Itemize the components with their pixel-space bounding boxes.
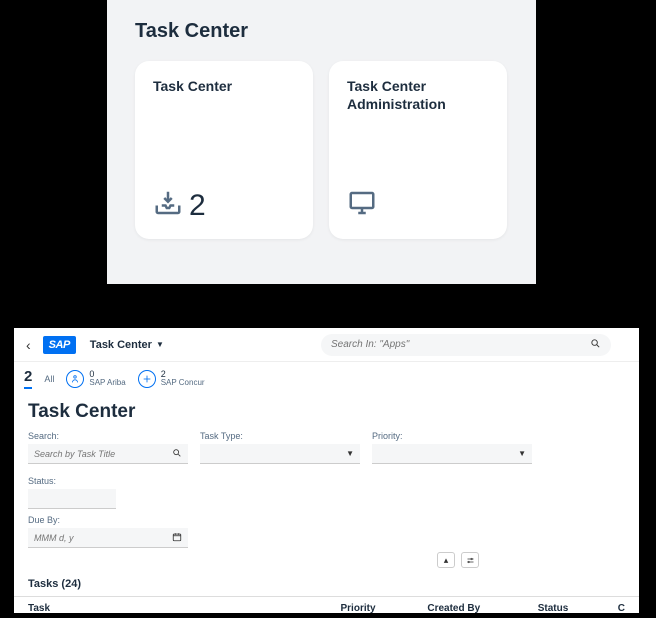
field-label: Priority:: [372, 431, 532, 441]
inbox-download-icon: [153, 188, 183, 223]
chevron-down-icon: ▼: [518, 449, 526, 458]
tile-count: 2: [189, 189, 206, 223]
app-title-dropdown[interactable]: Task Center ▼: [90, 339, 164, 351]
search-icon[interactable]: [172, 448, 182, 460]
tile-title: Task Center Administration: [347, 77, 489, 113]
tasks-table: Task Priority Created By Status C Expens…: [14, 596, 639, 613]
shell-search-input[interactable]: [331, 339, 590, 350]
source-chip-ariba[interactable]: 0 SAP Ariba: [66, 370, 125, 388]
status-select[interactable]: [28, 489, 116, 509]
col-extra[interactable]: C: [604, 597, 639, 614]
chevron-down-icon: ▼: [156, 340, 164, 349]
source-label: SAP Ariba: [89, 379, 125, 387]
source-label: SAP Concur: [161, 379, 205, 387]
search-input-wrap[interactable]: [28, 444, 188, 464]
field-label: Status:: [28, 476, 116, 486]
collapse-button[interactable]: ▴: [437, 552, 455, 568]
field-label: Task Type:: [200, 431, 360, 441]
tile-task-center-admin[interactable]: Task Center Administration: [329, 61, 507, 239]
priority-select[interactable]: ▼: [372, 444, 532, 464]
source-filter-bar: 2 All 0 SAP Ariba 2 SAP Concur: [14, 362, 639, 395]
task-center-app: ‹ SAP Task Center ▼ 2 All 0 SAP Ariba 2: [14, 328, 639, 613]
tile-title: Task Center: [153, 77, 295, 95]
page-title: Task Center: [28, 401, 625, 423]
filter-due-by: Due By:: [28, 515, 625, 548]
chevron-down-icon: ▼: [346, 449, 354, 458]
app-title-text: Task Center: [90, 339, 152, 351]
search-icon[interactable]: [590, 338, 601, 352]
monitor-icon: [347, 188, 377, 223]
source-chip-concur[interactable]: 2 SAP Concur: [138, 370, 205, 388]
filter-search: Search:: [28, 431, 188, 464]
concur-icon: [138, 370, 156, 388]
calendar-icon[interactable]: [172, 532, 182, 544]
col-priority[interactable]: Priority: [327, 597, 414, 614]
tile-row: Task Center 2 Task Center Administration: [135, 61, 508, 239]
tile-task-center[interactable]: Task Center 2: [135, 61, 313, 239]
col-status[interactable]: Status: [524, 597, 604, 614]
sap-logo: SAP: [43, 336, 76, 354]
search-input[interactable]: [34, 449, 172, 459]
adapt-filters-button[interactable]: [461, 552, 479, 568]
filter-row: Search: Task Type: ▼ Priority: ▼ Status:: [14, 431, 639, 509]
table-header-row: Task Priority Created By Status C: [14, 597, 639, 614]
field-label: Search:: [28, 431, 188, 441]
back-button[interactable]: ‹: [22, 337, 35, 353]
launchpad-group: Task Center Task Center 2 Task Center Ad…: [107, 0, 536, 284]
col-created-by[interactable]: Created By: [413, 597, 523, 614]
filter-priority: Priority: ▼: [372, 431, 532, 464]
ariba-icon: [66, 370, 84, 388]
filter-status: Status:: [28, 476, 116, 509]
filter-task-type: Task Type: ▼: [200, 431, 360, 464]
date-input[interactable]: [34, 533, 172, 543]
shell-search[interactable]: [321, 334, 611, 356]
field-label: Due By:: [28, 515, 625, 525]
col-task[interactable]: Task: [14, 597, 327, 614]
filter-all[interactable]: All: [44, 374, 54, 384]
filter-row-2: Due By:: [14, 509, 639, 548]
filter-total-count[interactable]: 2: [24, 368, 32, 389]
page-header: Task Center: [14, 395, 639, 431]
shell-bar: ‹ SAP Task Center ▼: [14, 328, 639, 362]
task-type-select[interactable]: ▼: [200, 444, 360, 464]
table-title: Tasks (24): [14, 570, 639, 596]
due-by-input[interactable]: [28, 528, 188, 548]
filter-actions: ▴: [14, 548, 639, 570]
group-title: Task Center: [135, 20, 508, 43]
